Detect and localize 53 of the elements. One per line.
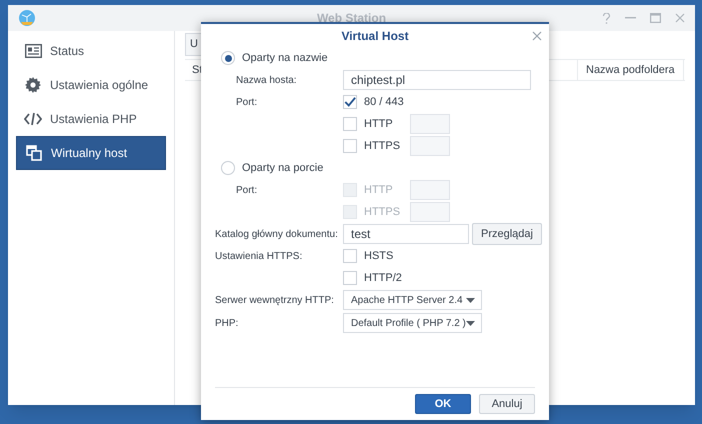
checkbox[interactable]	[343, 271, 357, 285]
field-label: Serwer wewnętrzny HTTP:	[215, 294, 334, 308]
close-icon[interactable]	[532, 30, 542, 40]
field-label: PHP:	[215, 316, 238, 330]
input-field	[410, 202, 450, 222]
dialog-button[interactable]: Anuluj	[479, 394, 535, 414]
sidebar-item[interactable]: Status	[16, 34, 166, 68]
caret-icon	[466, 320, 475, 326]
checkbox-label: 80 / 443	[364, 94, 405, 110]
checkbox-label: HTTPS	[364, 204, 402, 220]
maximize-icon[interactable]	[650, 13, 661, 23]
checkbox[interactable]	[343, 95, 357, 109]
radio-button[interactable]	[221, 51, 235, 65]
id-card-icon	[24, 44, 42, 58]
checkbox[interactable]	[343, 117, 357, 131]
settings-icon	[25, 77, 41, 93]
sidebar-item[interactable]: Ustawienia ogólne	[16, 68, 166, 102]
checkbox-label: HTTPS	[364, 138, 402, 154]
checkbox-label: HSTS	[364, 248, 394, 264]
radio-button[interactable]	[221, 161, 235, 175]
globe-icon	[18, 9, 36, 27]
dialog-title: Virtual Host	[340, 28, 410, 44]
input-field	[410, 180, 450, 200]
radio-label: Oparty na nazwie	[242, 50, 328, 66]
input-field[interactable]: chiptest.pl	[343, 70, 531, 90]
checkbox[interactable]	[343, 139, 357, 153]
radio-label: Oparty na porcie	[242, 160, 324, 176]
dropdown[interactable]: Default Profile ( PHP 7.2 )	[343, 313, 482, 333]
checkbox-label: HTTP	[364, 116, 394, 132]
sidebar-item[interactable]: Ustawienia PHP	[16, 102, 166, 136]
checkbox-label: HTTP/2	[364, 270, 403, 286]
help-icon[interactable]	[602, 12, 611, 24]
field-label: Ustawienia HTTPS:	[215, 250, 302, 264]
sidebar-item[interactable]: Wirtualny host	[16, 136, 166, 170]
close-icon[interactable]	[675, 13, 685, 23]
window-title: Web Station	[316, 10, 388, 27]
checkbox-label: HTTP	[364, 182, 394, 198]
windows-icon	[26, 145, 42, 161]
dropdown[interactable]: Apache HTTP Server 2.4	[343, 290, 482, 310]
minimize-icon[interactable]	[625, 17, 636, 19]
field-label: Katalog główny dokumentu:	[215, 228, 338, 242]
dialog-button[interactable]: OK	[415, 394, 471, 414]
input-field[interactable]: test	[343, 224, 469, 244]
field-label: Nazwa hosta:	[236, 74, 297, 88]
field-label: Port:	[236, 184, 258, 198]
checkbox[interactable]	[343, 249, 357, 263]
column-header[interactable]: Nazwa podfoldera	[577, 60, 684, 80]
input-field[interactable]	[410, 136, 450, 156]
code-icon	[24, 112, 42, 126]
field-label: Port:	[236, 96, 258, 110]
caret-icon	[466, 298, 475, 302]
input-field[interactable]	[410, 114, 450, 134]
browse-button[interactable]: Przeglądaj	[472, 223, 542, 245]
